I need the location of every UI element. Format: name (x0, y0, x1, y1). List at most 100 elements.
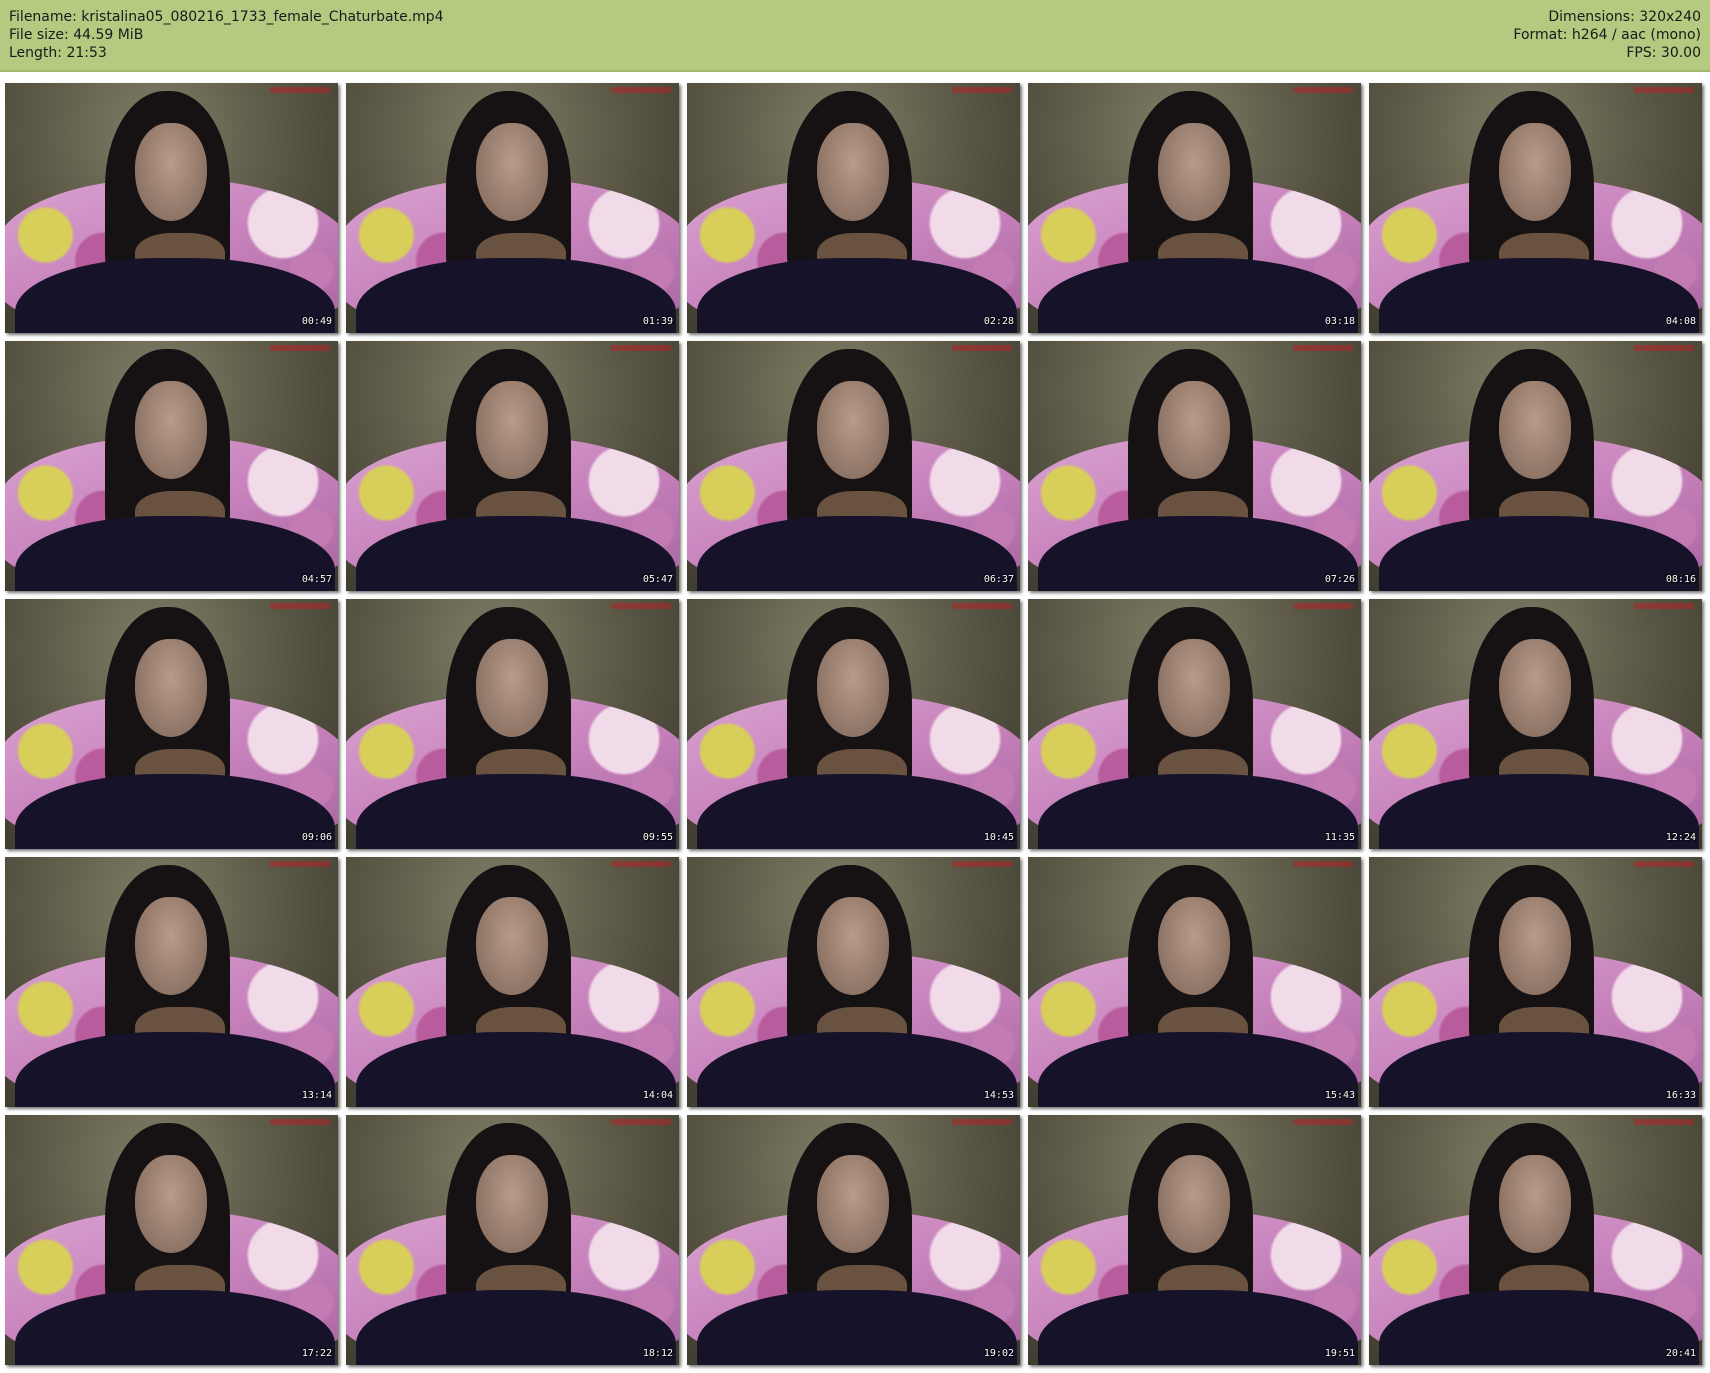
video-frame-thumbnail: 14:53 (687, 857, 1020, 1107)
format-text: Format: h264 / aac (mono) (1513, 27, 1701, 43)
watermark-logo (1634, 345, 1694, 351)
watermark-logo (270, 603, 330, 609)
frame-timestamp: 05:47 (642, 574, 673, 585)
frame-subject-face (817, 639, 889, 737)
frame-timestamp: 20:41 (1665, 1348, 1696, 1359)
watermark-logo (1634, 87, 1694, 93)
file-info-left: Filename: kristalina05_080216_1733_femal… (9, 8, 444, 62)
video-frame-thumbnail: 04:57 (5, 341, 338, 591)
frame-timestamp: 16:33 (1665, 1090, 1696, 1101)
frame-subject-face (135, 897, 207, 995)
watermark-logo (611, 1119, 671, 1125)
watermark-logo (270, 87, 330, 93)
video-frame-thumbnail: 19:02 (687, 1115, 1020, 1365)
frame-timestamp: 19:02 (983, 1348, 1014, 1359)
frame-subject-face (817, 123, 889, 221)
video-frame-thumbnail: 07:26 (1028, 341, 1361, 591)
video-frame-thumbnail: 18:12 (346, 1115, 679, 1365)
watermark-logo (1293, 861, 1353, 867)
frame-subject-face (817, 381, 889, 479)
frame-timestamp: 04:57 (301, 574, 332, 585)
frame-timestamp: 12:24 (1665, 832, 1696, 843)
file-info-right: Dimensions: 320x240 Format: h264 / aac (… (1513, 8, 1701, 62)
video-frame-thumbnail: 20:41 (1369, 1115, 1702, 1365)
video-frame-thumbnail: 06:37 (687, 341, 1020, 591)
watermark-logo (270, 345, 330, 351)
frame-subject-face (1158, 123, 1230, 221)
video-frame-thumbnail: 04:08 (1369, 83, 1702, 333)
watermark-logo (1634, 1119, 1694, 1125)
frame-subject-face (135, 639, 207, 737)
frame-subject-face (1158, 381, 1230, 479)
frame-subject-face (476, 639, 548, 737)
video-frame-thumbnail: 09:55 (346, 599, 679, 849)
frame-subject-face (1499, 381, 1571, 479)
frame-timestamp: 00:49 (301, 316, 332, 327)
frame-subject-face (1499, 123, 1571, 221)
watermark-logo (1293, 345, 1353, 351)
frame-timestamp: 06:37 (983, 574, 1014, 585)
frame-timestamp: 08:16 (1665, 574, 1696, 585)
frame-timestamp: 01:39 (642, 316, 673, 327)
frame-timestamp: 14:04 (642, 1090, 673, 1101)
frame-timestamp: 09:55 (642, 832, 673, 843)
frame-timestamp: 04:08 (1665, 316, 1696, 327)
video-frame-thumbnail: 17:22 (5, 1115, 338, 1365)
video-frame-thumbnail: 14:04 (346, 857, 679, 1107)
thumbnail-grid: 00:49 01:39 02:28 03:18 04:08 04:57 05:47 06:37… (5, 83, 1705, 1365)
frame-subject-face (476, 123, 548, 221)
frame-subject-face (817, 1155, 889, 1253)
watermark-logo (952, 87, 1012, 93)
watermark-logo (1293, 603, 1353, 609)
video-frame-thumbnail: 01:39 (346, 83, 679, 333)
frame-subject-face (1158, 1155, 1230, 1253)
video-frame-thumbnail: 02:28 (687, 83, 1020, 333)
frame-timestamp: 07:26 (1324, 574, 1355, 585)
frame-subject-face (1499, 639, 1571, 737)
filesize-text: File size: 44.59 MiB (9, 27, 144, 43)
frame-subject-face (1158, 639, 1230, 737)
filename-text: Filename: kristalina05_080216_1733_femal… (9, 9, 444, 25)
watermark-logo (1293, 87, 1353, 93)
video-frame-thumbnail: 19:51 (1028, 1115, 1361, 1365)
length-text: Length: 21:53 (9, 45, 107, 61)
frame-timestamp: 15:43 (1324, 1090, 1355, 1101)
frame-timestamp: 02:28 (983, 316, 1014, 327)
frame-subject-face (1499, 897, 1571, 995)
watermark-logo (270, 861, 330, 867)
watermark-logo (1293, 1119, 1353, 1125)
video-frame-thumbnail: 11:35 (1028, 599, 1361, 849)
frame-subject-face (476, 897, 548, 995)
watermark-logo (270, 1119, 330, 1125)
watermark-logo (611, 603, 671, 609)
video-frame-thumbnail: 13:14 (5, 857, 338, 1107)
frame-timestamp: 13:14 (301, 1090, 332, 1101)
watermark-logo (952, 861, 1012, 867)
watermark-logo (1634, 603, 1694, 609)
video-frame-thumbnail: 16:33 (1369, 857, 1702, 1107)
frame-subject-face (135, 1155, 207, 1253)
video-frame-thumbnail: 15:43 (1028, 857, 1361, 1107)
dimensions-text: Dimensions: 320x240 (1548, 9, 1701, 25)
frame-timestamp: 17:22 (301, 1348, 332, 1359)
frame-subject-face (476, 1155, 548, 1253)
frame-timestamp: 09:06 (301, 832, 332, 843)
frame-timestamp: 19:51 (1324, 1348, 1355, 1359)
frame-subject-face (476, 381, 548, 479)
frame-subject-face (1158, 897, 1230, 995)
frame-subject-face (1499, 1155, 1571, 1253)
frame-timestamp: 11:35 (1324, 832, 1355, 843)
frame-subject-face (135, 381, 207, 479)
fps-text: FPS: 30.00 (1626, 45, 1701, 61)
video-frame-thumbnail: 12:24 (1369, 599, 1702, 849)
frame-timestamp: 03:18 (1324, 316, 1355, 327)
frame-subject-face (135, 123, 207, 221)
watermark-logo (611, 345, 671, 351)
video-frame-thumbnail: 05:47 (346, 341, 679, 591)
watermark-logo (952, 603, 1012, 609)
video-frame-thumbnail: 09:06 (5, 599, 338, 849)
frame-subject-face (817, 897, 889, 995)
video-frame-thumbnail: 03:18 (1028, 83, 1361, 333)
watermark-logo (1634, 861, 1694, 867)
frame-timestamp: 10:45 (983, 832, 1014, 843)
